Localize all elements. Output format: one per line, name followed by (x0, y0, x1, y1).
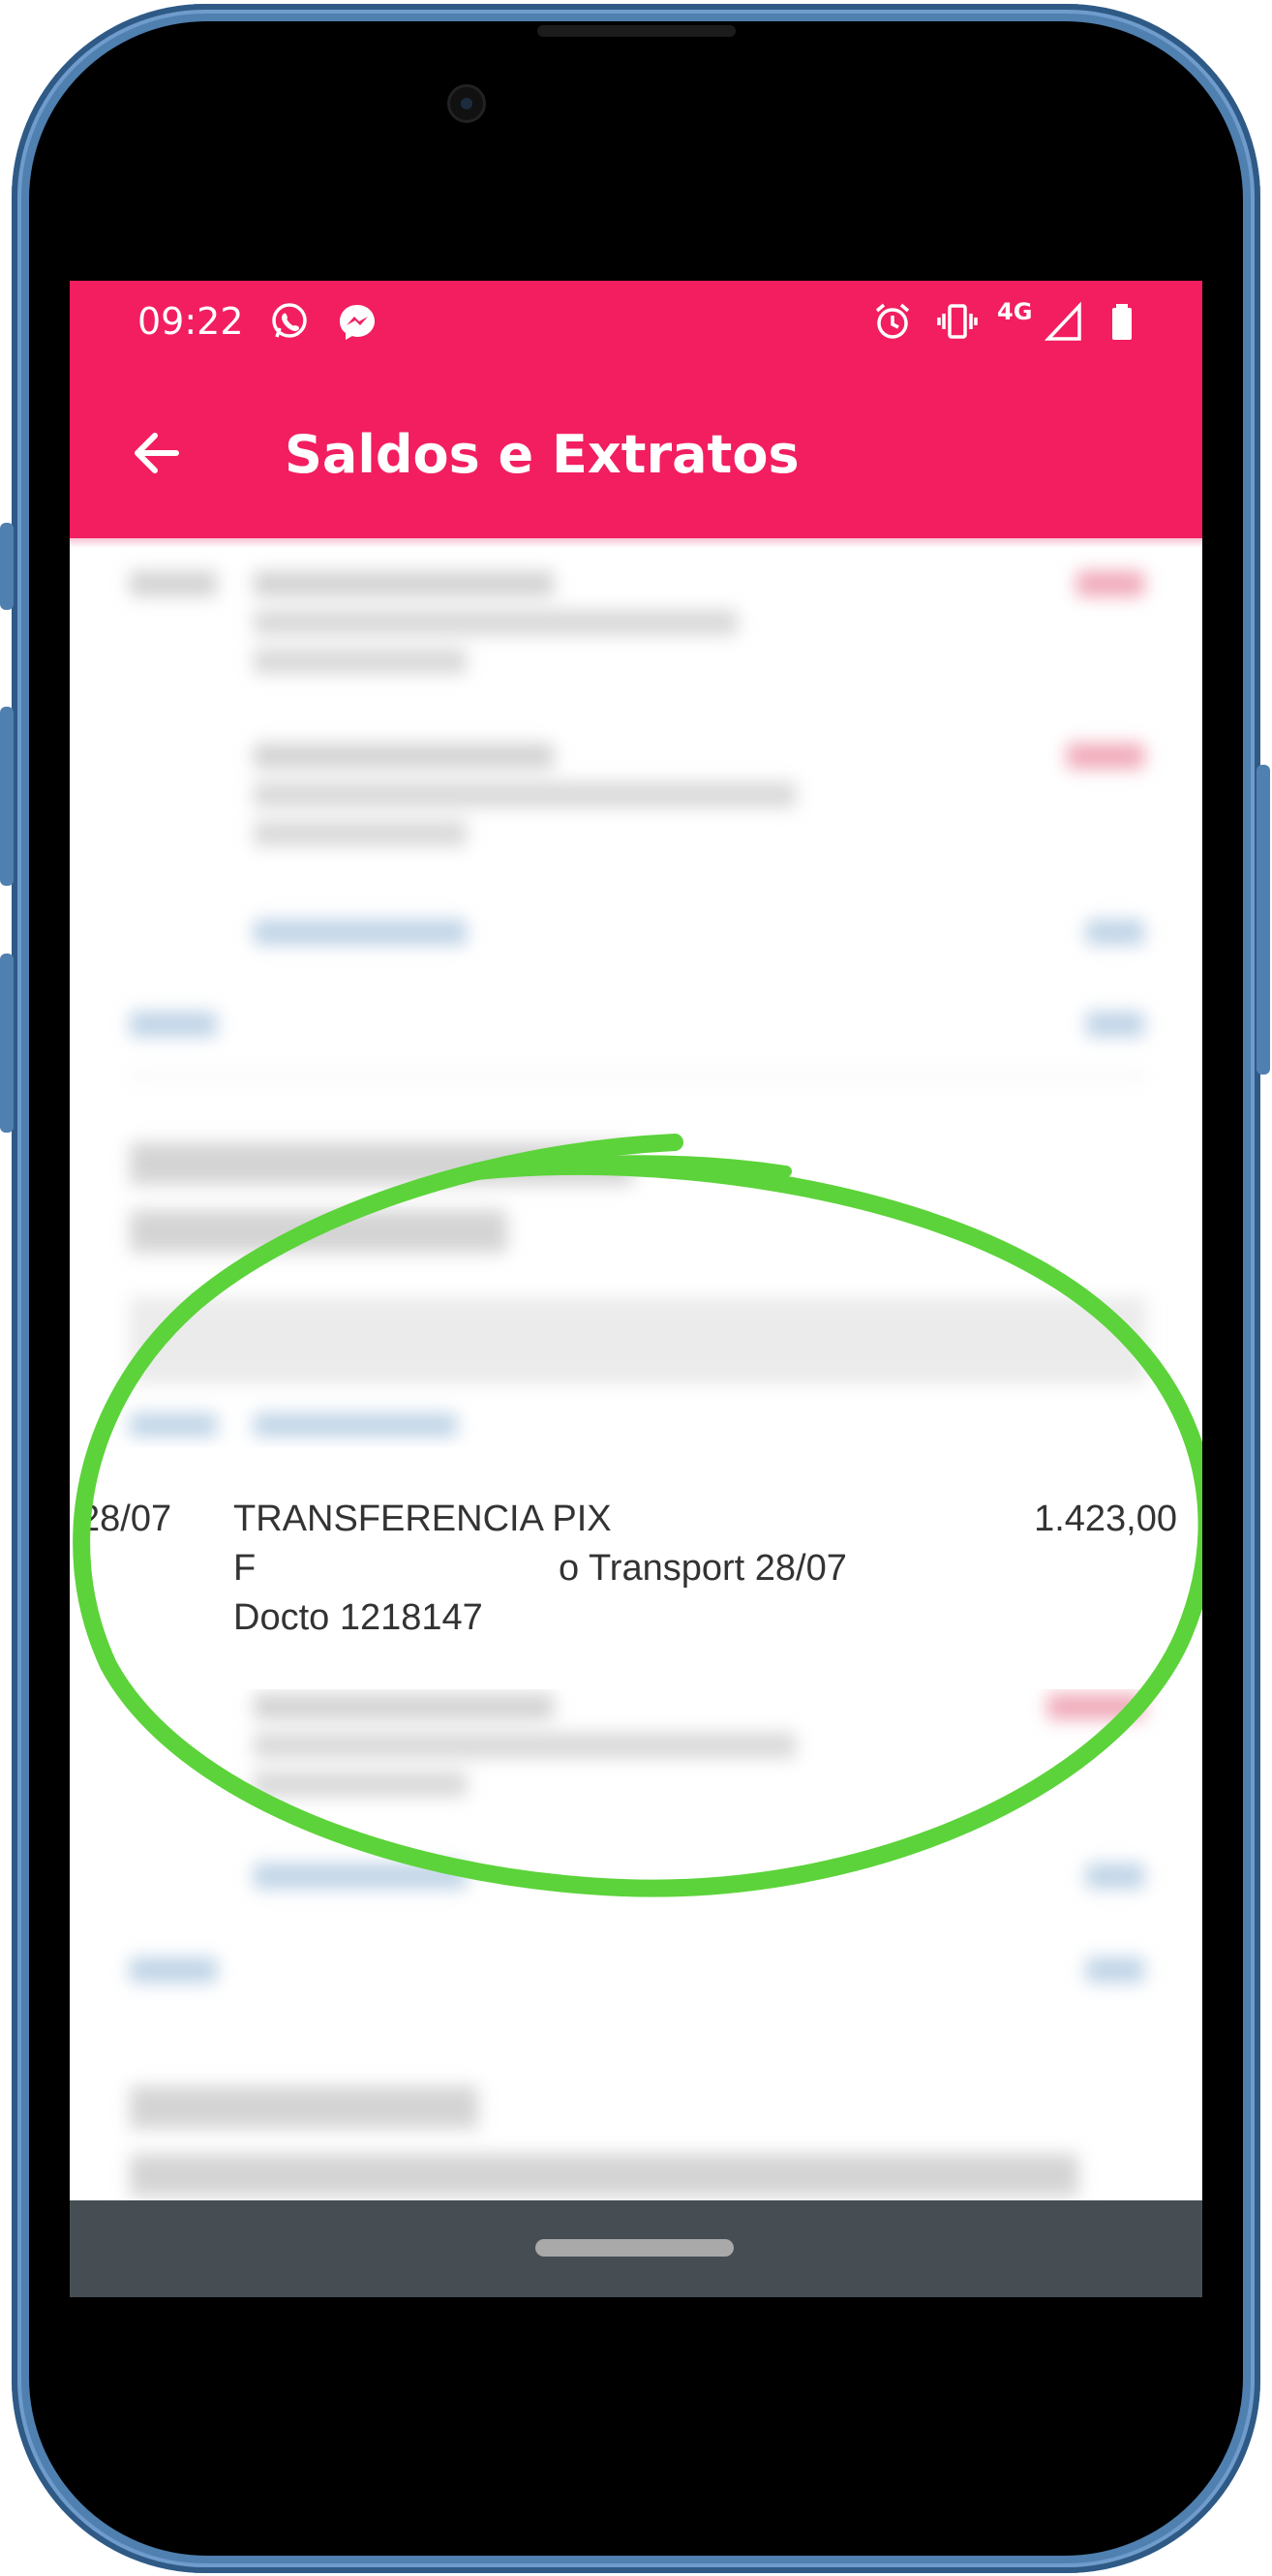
blurred-text-placeholder (130, 1012, 217, 1037)
battery-icon (1112, 304, 1132, 340)
messenger-icon (340, 305, 375, 340)
status-bar: 09:22 4G (70, 281, 1202, 374)
alarm-icon (875, 303, 910, 339)
blurred-value-placeholder (1086, 920, 1144, 945)
screen: 09:22 4G Saldos e Extratos 28/07 TRANSFE… (70, 281, 1202, 2297)
side-button-volume-up (0, 707, 14, 886)
transaction-detail-prefix: F (233, 1548, 257, 1589)
blurred-value-placeholder (1076, 571, 1144, 596)
arrow-left-icon[interactable] (126, 422, 188, 484)
transaction-value: 1.423,00 (1034, 1499, 1177, 1539)
blurred-value-placeholder (1086, 1012, 1144, 1037)
side-button-power (1257, 765, 1270, 1075)
blurred-text-placeholder (254, 920, 467, 945)
network-type: 4G (997, 298, 1033, 325)
side-button-mute (0, 523, 14, 610)
blurred-text-placeholder (254, 1772, 467, 1797)
blurred-text-placeholder (254, 649, 467, 674)
page-title: Saldos e Extratos (285, 424, 800, 485)
transaction-description: TRANSFERENCIA PIX (233, 1499, 612, 1539)
transaction-date: 28/07 (79, 1499, 172, 1539)
blurred-text-placeholder (254, 571, 554, 596)
blurred-text-placeholder (254, 1694, 554, 1719)
vibrate-icon (937, 304, 978, 339)
status-time: 09:22 (137, 300, 244, 343)
app-bar: Saldos e Extratos (70, 374, 1202, 538)
blurred-heading-placeholder (130, 2086, 478, 2129)
speaker-grille (537, 25, 736, 37)
blurred-text-placeholder (254, 743, 554, 769)
signal-icon (1044, 301, 1081, 341)
blurred-text-placeholder (130, 1957, 217, 1983)
blurred-value-placeholder (1086, 1957, 1144, 1983)
transaction-detail: o Transport 28/07 (559, 1548, 847, 1589)
blurred-heading-placeholder (130, 2154, 1078, 2197)
blurred-text-placeholder (254, 1864, 467, 1889)
annotation-circle (73, 1134, 1202, 1897)
side-button-volume-down (0, 954, 14, 1133)
transaction-document: Docto 1218147 (233, 1597, 483, 1638)
blurred-text-placeholder (254, 1733, 796, 1758)
front-camera (447, 84, 486, 123)
blurred-text-placeholder (254, 1413, 457, 1437)
whatsapp-icon (272, 303, 307, 338)
blurred-text-placeholder (254, 782, 796, 807)
blurred-value-placeholder (1086, 1864, 1144, 1889)
blurred-text-placeholder (130, 1413, 217, 1437)
system-navigation-bar (70, 2200, 1202, 2297)
blurred-value-placeholder (1047, 1694, 1144, 1719)
app-bar-shadow (70, 538, 1202, 548)
blurred-heading-placeholder (130, 1210, 507, 1253)
home-indicator[interactable] (535, 2239, 734, 2257)
blurred-text-placeholder (254, 610, 738, 635)
blurred-text-placeholder (130, 571, 217, 596)
table-header-band (130, 1297, 1146, 1384)
blurred-value-placeholder (1067, 743, 1144, 769)
blurred-heading-placeholder (130, 1142, 633, 1185)
divider (130, 1075, 1146, 1077)
blurred-text-placeholder (254, 821, 467, 846)
